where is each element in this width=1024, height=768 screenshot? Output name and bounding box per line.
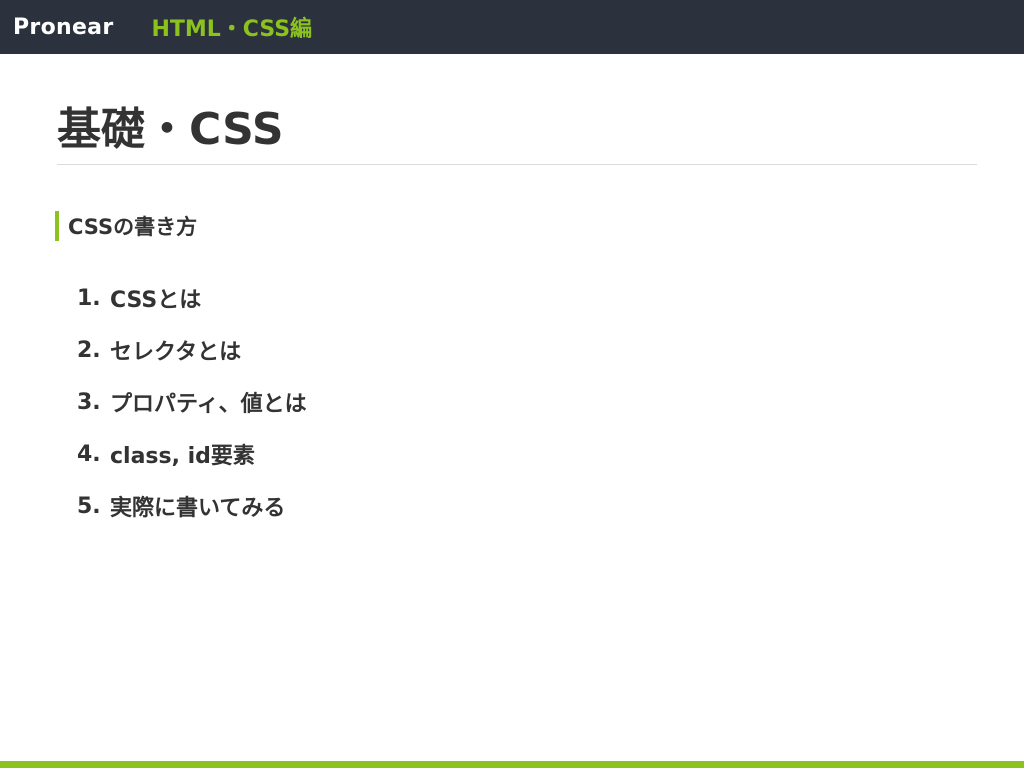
list-item-number: 2. — [77, 337, 101, 363]
list-item: 4. class, id要素 — [77, 428, 307, 480]
list-item-text: プロパティ、値とは — [110, 392, 307, 417]
list-item-number: 4. — [77, 441, 101, 467]
subheading: CSSの書き方 — [55, 211, 197, 241]
list-item-number: 1. — [77, 285, 101, 311]
list-item: 3. プロパティ、値とは — [77, 376, 307, 428]
list-item-text: 実際に書いてみる — [110, 496, 286, 521]
list-item-number: 3. — [77, 389, 101, 415]
list-item-text: セレクタとは — [110, 340, 242, 365]
page-title: 基礎・CSS — [57, 104, 284, 155]
list-item-number: 5. — [77, 493, 101, 519]
subheading-accent-bar — [55, 211, 59, 241]
agenda-list: 1. CSSとは 2. セレクタとは 3. プロパティ、値とは 4. class… — [77, 272, 307, 532]
brand-name: Pronear — [13, 14, 114, 40]
subheading-text: CSSの書き方 — [68, 215, 198, 239]
slide: Pronear HTML・CSS編 基礎・CSS CSSの書き方 1. CSSと… — [0, 0, 1024, 768]
list-item: 2. セレクタとは — [77, 324, 307, 376]
header-bar: Pronear HTML・CSS編 — [0, 0, 1024, 54]
list-item: 1. CSSとは — [77, 272, 307, 324]
list-item: 5. 実際に書いてみる — [77, 480, 307, 532]
title-divider — [57, 164, 977, 165]
list-item-text: CSSとは — [110, 288, 202, 313]
section-title: HTML・CSS編 — [151, 17, 313, 42]
list-item-text: class, id要素 — [110, 444, 255, 469]
bottom-accent-bar — [0, 761, 1024, 768]
